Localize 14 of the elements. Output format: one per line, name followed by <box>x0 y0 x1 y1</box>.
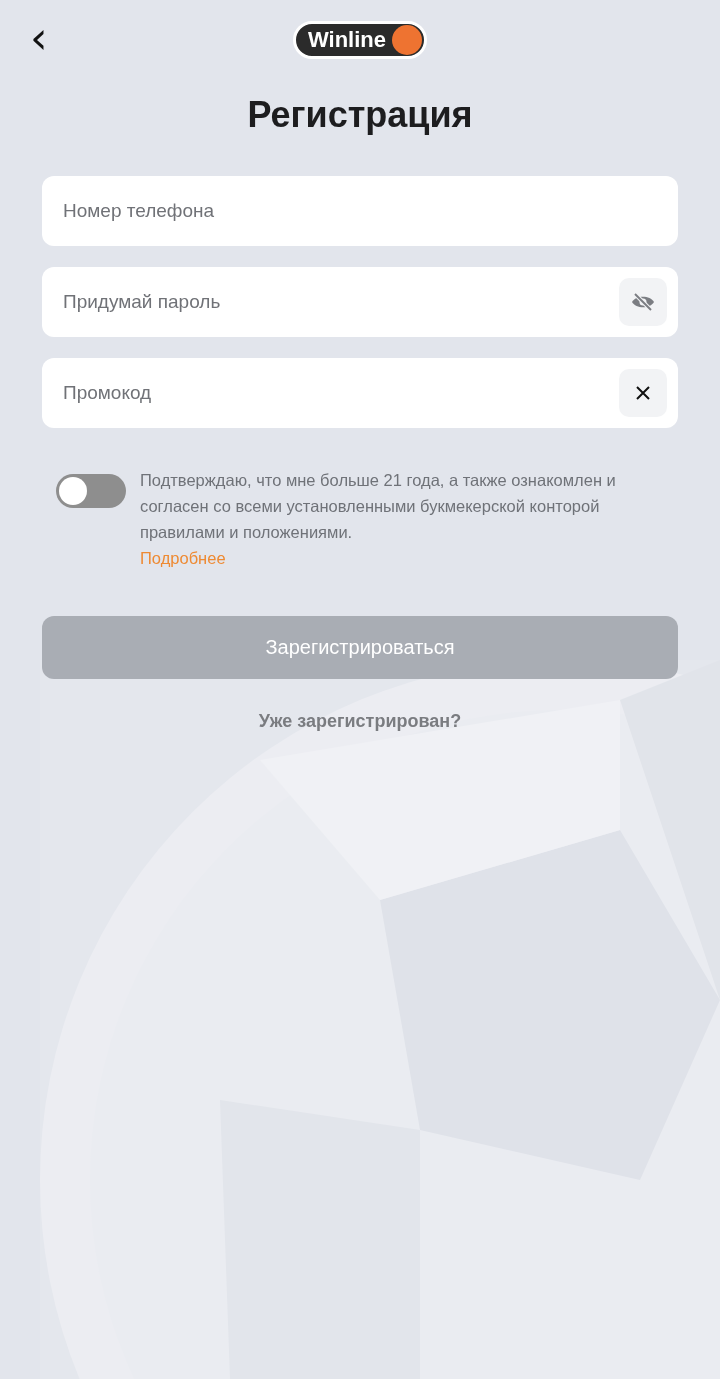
eye-crossed-icon <box>630 292 656 312</box>
details-link[interactable]: Подробнее <box>140 545 226 571</box>
toggle-switch[interactable] <box>56 474 126 508</box>
input-field[interactable]: Номер телефона <box>42 176 678 246</box>
input-field[interactable]: Промокод <box>42 358 678 428</box>
close-icon <box>635 385 651 401</box>
clear-button[interactable] <box>619 369 667 417</box>
page-title: Регистрация <box>246 94 474 136</box>
login-link[interactable]: Уже зарегистрирован? <box>258 711 462 732</box>
hide-password-button[interactable] <box>619 278 667 326</box>
back-button[interactable]: ‹ <box>26 16 52 60</box>
input-field[interactable]: Придумай пароль <box>42 267 678 337</box>
logo: Winline <box>293 21 427 59</box>
consent-text: Подтверждаю, что мне больше 21 года, а также ознакомлен и согласен со всеми установленными букмекерской конторой правилами и положениями. <box>140 470 617 543</box>
